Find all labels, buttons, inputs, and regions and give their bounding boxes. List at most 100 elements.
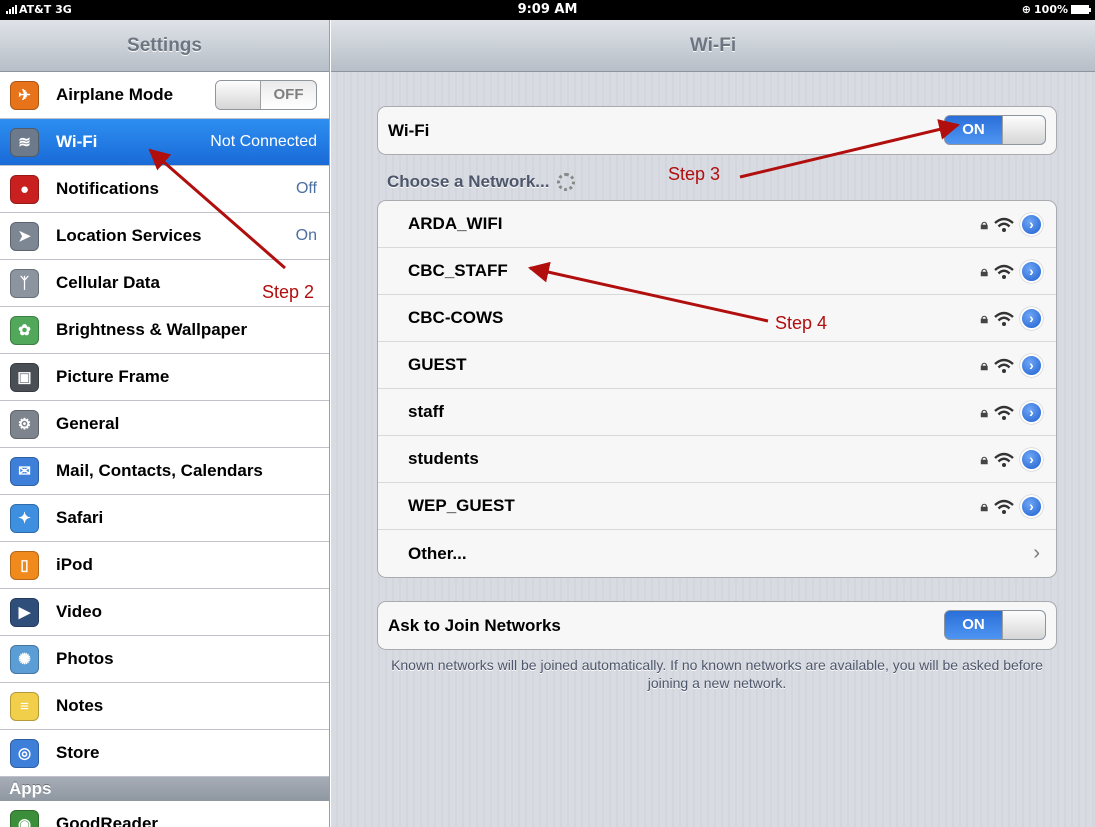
network-list: ARDA_WIFI 🔒︎ › CBC_STAFF 🔒︎ › CBC-COWS 🔒︎ › GUEST… [377,200,1057,578]
lock-icon: 🔒︎ [980,404,988,420]
toggle-state: OFF [273,86,304,103]
wifi-signal-icon [994,499,1014,514]
flower-icon: ✿ [10,315,39,345]
apps-section-header: Apps [0,777,329,801]
clock: 9:09 AM [517,2,578,17]
wifi-signal-icon [994,264,1014,279]
lock-icon: 🔒︎ [980,216,988,232]
sidebar-item-photos[interactable]: ✺ Photos [0,636,329,683]
chevron-right-icon: › [1033,542,1040,564]
detail-disclosure-icon[interactable]: › [1020,495,1043,518]
mail-icon: ✉ [10,456,39,486]
sidebar-item-notes[interactable]: ≡ Notes [0,683,329,730]
sidebar-item-location-services[interactable]: ➤ Location Services On [0,213,329,260]
wifi-signal-icon [994,405,1014,420]
sidebar-item-wi-fi[interactable]: ≋ Wi-Fi Not Connected [0,119,329,166]
battery-icon [1071,5,1091,14]
network-row[interactable]: students 🔒︎ › [378,436,1056,483]
network-name: students [408,449,479,468]
lock-rotation-icon: ⊕ [1021,3,1032,16]
sidebar-item-ipod[interactable]: ▯ iPod [0,542,329,589]
sidebar-item-label: Store [56,743,100,762]
detail-disclosure-icon[interactable]: › [1020,354,1043,377]
lock-icon: 🔒︎ [980,451,988,467]
sidebar-item-label: Airplane Mode [56,85,174,104]
sidebar-item-label: General [56,414,120,433]
wifi-signal-icon [994,358,1014,373]
network-row[interactable]: ARDA_WIFI 🔒︎ › [378,201,1056,248]
network-status-icons: 🔒︎ › [981,401,1043,424]
sidebar-item-general[interactable]: ⚙ General [0,401,329,448]
sidebar-item-safari[interactable]: ✦ Safari [0,495,329,542]
sidebar-item-label: Picture Frame [56,367,170,386]
sidebar-item-mail-contacts-calendars[interactable]: ✉ Mail, Contacts, Calendars [0,448,329,495]
step4-label: Step 4 [775,313,828,333]
sidebar-item-label: GoodReader [56,814,159,827]
picture-frame-icon: ▣ [10,362,39,392]
wifi-detail-pane: Wi-Fi Wi-Fi ON Choose a Network... ARDA_… [331,20,1095,827]
wifi-row: Wi-Fi ON [378,107,1056,154]
sidebar-item-label: Location Services [56,226,202,245]
sidebar-item-label: Notifications [56,179,159,198]
ipod-icon: ▯ [10,550,39,580]
choose-network-text: Choose a Network... [387,172,550,191]
network-name: ARDA_WIFI [408,214,503,233]
sunflower-icon: ✺ [10,644,39,674]
network-row[interactable]: CBC_STAFF 🔒︎ › [378,248,1056,295]
step2-label: Step 2 [262,282,315,302]
battery-indicator: ⊕ 100% [1021,3,1091,16]
sidebar-item-label: Video [56,602,102,621]
sidebar-item-notifications[interactable]: ● Notifications Off [0,166,329,213]
activity-spinner-icon [557,173,576,191]
lock-icon: 🔒︎ [980,263,988,279]
notifications-icon: ● [10,174,39,204]
wifi-icon: ≋ [10,127,39,157]
network-row[interactable]: WEP_GUEST 🔒︎ › [378,483,1056,530]
settings-sidebar: Settings ✈ Airplane Mode OFF ≋ Wi-Fi Not Conn… [0,20,330,827]
sidebar-item-video[interactable]: ▶ Video [0,589,329,636]
sidebar-item-airplane-mode[interactable]: ✈ Airplane Mode OFF [0,72,329,119]
detail-disclosure-icon[interactable]: › [1020,213,1043,236]
sidebar-item-store[interactable]: ◎ Store [0,730,329,777]
ask-to-join-footnote: Known networks will be joined automatica… [391,657,1043,691]
sidebar-item-label: Mail, Contacts, Calendars [56,461,263,480]
airplane-mode-toggle[interactable]: OFF [215,80,317,110]
sidebar-item-label: iPod [56,555,93,574]
sidebar-item-value: On [295,227,317,244]
network-row[interactable]: CBC-COWS 🔒︎ › [378,295,1056,342]
network-name: WEP_GUEST [408,496,515,515]
network-row[interactable]: GUEST 🔒︎ › [378,342,1056,389]
wifi-toggle[interactable]: ON [944,115,1046,145]
wifi-signal-icon [994,217,1014,232]
detail-disclosure-icon[interactable]: › [1020,448,1043,471]
wifi-row-label: Wi-Fi [388,120,430,140]
other-network-label: Other... [408,543,467,563]
detail-disclosure-icon[interactable]: › [1020,401,1043,424]
network-row[interactable]: staff 🔒︎ › [378,389,1056,436]
detail-disclosure-icon[interactable]: › [1020,260,1043,283]
lock-icon: 🔒︎ [980,357,988,373]
toggle-knob [216,81,261,109]
sidebar-item-brightness-wallpaper[interactable]: ✿ Brightness & Wallpaper [0,307,329,354]
wifi-signal-icon [994,311,1014,326]
antenna-icon: ᛉ [10,268,39,298]
airplane-icon: ✈ [10,80,39,110]
step3-label: Step 3 [668,164,721,184]
toggle-state: ON [962,121,985,138]
sidebar-item-label: Brightness & Wallpaper [56,320,248,339]
lock-icon: 🔒︎ [980,310,988,326]
network-name: GUEST [408,355,467,374]
network-status-icons: 🔒︎ › [981,260,1043,283]
detail-disclosure-icon[interactable]: › [1020,307,1043,330]
wifi-toggle-group: Wi-Fi ON [377,106,1057,155]
sidebar-item-goodreader[interactable]: ◉ GoodReader [0,801,329,827]
ask-join-group: Ask to Join Networks ON [377,601,1057,650]
lock-icon: 🔒︎ [980,498,988,514]
other-network-row[interactable]: Other... › [378,530,1056,577]
ask-to-join-toggle[interactable]: ON [944,610,1046,640]
choose-network-label: Choose a Network... [387,172,576,192]
page-title: Wi-Fi [331,20,1095,72]
sidebar-item-label: Photos [56,649,114,668]
sidebar-item-picture-frame[interactable]: ▣ Picture Frame [0,354,329,401]
network-name: CBC-COWS [408,308,504,327]
